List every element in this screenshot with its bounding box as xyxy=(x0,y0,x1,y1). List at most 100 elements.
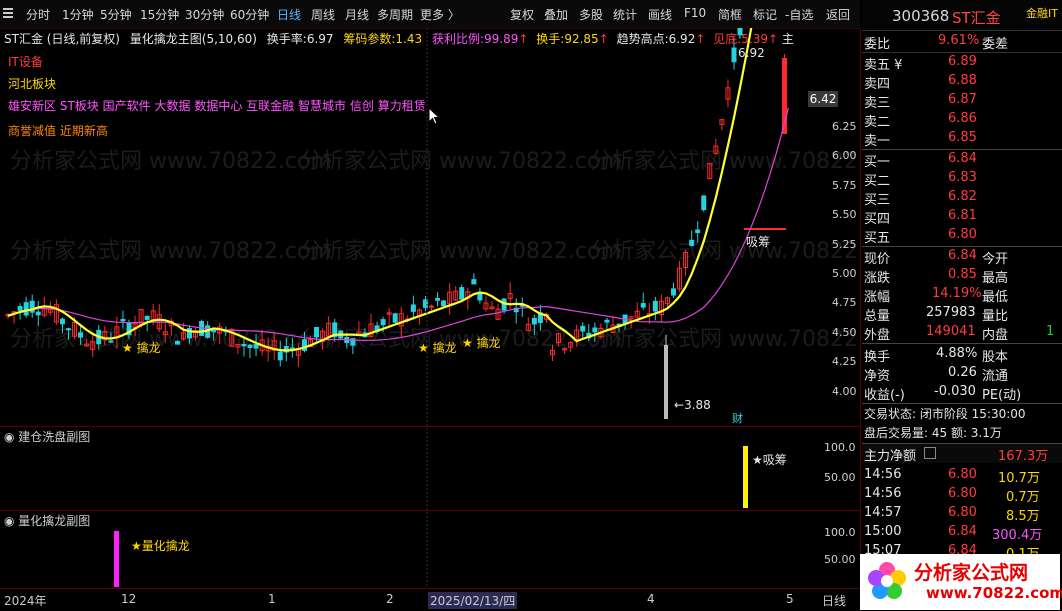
main-flow-row[interactable]: 主力净额 167.3万 xyxy=(862,444,1062,464)
quote-panel: 委比 9.61% 委差 卖五 ¥ 6.89 卖四 6.88 卖三 6.87 卖二 6.8… xyxy=(862,30,1062,590)
vertical-divider xyxy=(860,28,861,590)
dragon-signal-label: ★量化擒龙 xyxy=(131,539,190,553)
x-axis: 2024年 12 1 2 2025/02/13/四 4 5 日线 xyxy=(0,588,860,611)
quote-value: 149041 xyxy=(926,324,976,339)
order-ratio-value: 9.61% xyxy=(938,33,980,48)
candle-body xyxy=(410,304,416,312)
sub-panel-1-title: 建仓洗盘副图 xyxy=(18,430,91,444)
trade-status: 交易状态: 闭市阶段 15:30:00 xyxy=(862,404,1062,423)
quote-value: 14.19% xyxy=(932,286,982,301)
candle-body xyxy=(314,326,320,338)
tick-price: 6.80 xyxy=(948,486,977,501)
logo-url: www.70822.com xyxy=(926,584,1062,602)
site-logo: 分析家公式网 www.70822.com xyxy=(860,554,1062,610)
quote-value: 0.26 xyxy=(948,365,977,380)
status-tags: 商誉减值 近期新高 xyxy=(8,122,108,139)
multi-stock-button[interactable]: 多股 xyxy=(579,6,603,23)
x-axis-label: 1 xyxy=(268,592,276,606)
tab-multi-period[interactable]: 多周期 xyxy=(377,6,413,23)
draw-button[interactable]: 画线 xyxy=(648,6,672,23)
stats-button[interactable]: 统计 xyxy=(613,6,637,23)
candle-body xyxy=(35,311,41,316)
restore-rights-button[interactable]: 复权 xyxy=(510,6,534,23)
menu-icon[interactable] xyxy=(0,4,16,22)
watchlist-button[interactable]: -自选 xyxy=(785,6,813,23)
profit-label: 获利比例: xyxy=(431,32,485,46)
back-button[interactable]: 返回 xyxy=(826,6,850,23)
y-axis-label: 4.75 xyxy=(832,296,857,309)
order-ratio-row: 委比 9.61% 委差 xyxy=(862,32,1062,52)
simple-frame-button[interactable]: 简框 xyxy=(718,6,742,23)
finance-report-icon[interactable]: 财 xyxy=(732,410,743,426)
quote-label: 收益(-) xyxy=(864,388,905,403)
indicator-name[interactable]: 量化擒龙主图(5,10,60) xyxy=(130,32,257,46)
quote-label: 最低 xyxy=(982,290,1009,305)
candle-body xyxy=(731,47,737,63)
watermark-text: 分析家公式网 www.70822.com xyxy=(10,149,332,174)
quote-row: 外盘 149041 内盘 1 xyxy=(864,324,1055,343)
sub-panel-1-header[interactable]: ◉ 建仓洗盘副图 xyxy=(4,428,90,445)
watermark-text: 分析家公式网 www.70822.com xyxy=(10,239,332,264)
bid-label: 买一 xyxy=(864,155,891,170)
bid-label: 买四 xyxy=(864,212,891,227)
status-tag: 近期新高 xyxy=(59,124,108,138)
sub2-y-label: 50.00 xyxy=(824,553,856,566)
candle-body xyxy=(241,343,247,347)
after-hours-text: 盘后交易量: 45 额: 3.1万 xyxy=(864,426,1002,440)
tab-30min[interactable]: 30分钟 xyxy=(185,6,224,23)
quote-row: 换手 4.88% 股本 xyxy=(862,345,1062,365)
candle-body xyxy=(435,297,441,301)
tick-row: 14:56 6.80 0.7万 xyxy=(862,485,1062,505)
sub-panel-2-header[interactable]: ◉ 量化擒龙副图 xyxy=(4,512,90,529)
chart-title: ST汇金 (日线,前复权) xyxy=(4,32,120,46)
trend-label: 趋势高点: xyxy=(616,32,669,46)
sub1-y-label: 100.0 xyxy=(824,441,856,454)
tick-time: 15:00 xyxy=(864,524,902,539)
quote-label: 今开 xyxy=(982,252,1009,267)
tab-weekly[interactable]: 周线 xyxy=(311,6,335,23)
flow-detail-icon[interactable] xyxy=(924,447,936,459)
tab-5min[interactable]: 5分钟 xyxy=(100,6,132,23)
quote-row: 总量 257983 量比 xyxy=(862,304,1062,324)
tab-1min[interactable]: 1分钟 xyxy=(62,6,94,23)
order-ratio-label: 委比 xyxy=(864,37,891,52)
tick-time: 14:56 xyxy=(864,467,902,482)
concept-tag: 数据中心 xyxy=(194,99,243,113)
bid-price: 6.82 xyxy=(948,189,977,204)
f10-button[interactable]: F10 xyxy=(684,6,706,20)
tab-monthly[interactable]: 月线 xyxy=(345,6,369,23)
y-axis-label: 5.50 xyxy=(832,208,857,221)
tab-15min[interactable]: 15分钟 xyxy=(140,6,179,23)
candle-body xyxy=(277,351,283,361)
ask-label: 卖四 xyxy=(864,77,891,92)
tab-intraday[interactable]: 分时 xyxy=(26,6,50,23)
mark-button[interactable]: 标记 xyxy=(753,6,777,23)
tab-more[interactable]: 更多 〉 xyxy=(420,6,460,23)
candle-body xyxy=(580,325,586,332)
stock-name: ST汇金 xyxy=(952,9,1001,27)
tick-row: 15:00 6.84 300.4万 xyxy=(862,523,1062,543)
bid-label: 买二 xyxy=(864,174,891,189)
profit-value: 99.89 xyxy=(484,32,519,46)
ask-label: 卖五 ¥ xyxy=(864,58,903,73)
quote-row: 现价 6.84 今开 xyxy=(862,247,1062,267)
y-axis-label: 5.75 xyxy=(832,179,857,192)
bid-price: 6.84 xyxy=(948,151,977,166)
dragon-marker: ★ 擒龙 xyxy=(122,341,161,355)
bid-row: 买四 6.81 xyxy=(862,207,1062,227)
sector-tag: 金融IT xyxy=(1026,7,1058,20)
overlay-button[interactable]: 叠加 xyxy=(544,6,568,23)
tab-daily[interactable]: 日线 xyxy=(277,6,301,23)
ask-price: 6.89 xyxy=(948,54,977,69)
concept-tag: 智慧城市 xyxy=(298,99,347,113)
bid-row: 买三 6.82 xyxy=(862,188,1062,208)
after-hours: 盘后交易量: 45 额: 3.1万 xyxy=(862,423,1062,442)
candle-body xyxy=(429,305,434,308)
y-axis-label: 4.00 xyxy=(832,385,857,398)
candle-body xyxy=(78,332,84,338)
tab-60min[interactable]: 60分钟 xyxy=(230,6,269,23)
tick-price: 6.84 xyxy=(948,524,977,539)
bid-row: 买一 6.84 xyxy=(862,150,1062,170)
y-axis-label: 5.25 xyxy=(832,238,857,251)
indicator-info-line: ST汇金 (日线,前复权) 量化擒龙主图(5,10,60) 换手率:6.97 筹… xyxy=(4,32,794,46)
